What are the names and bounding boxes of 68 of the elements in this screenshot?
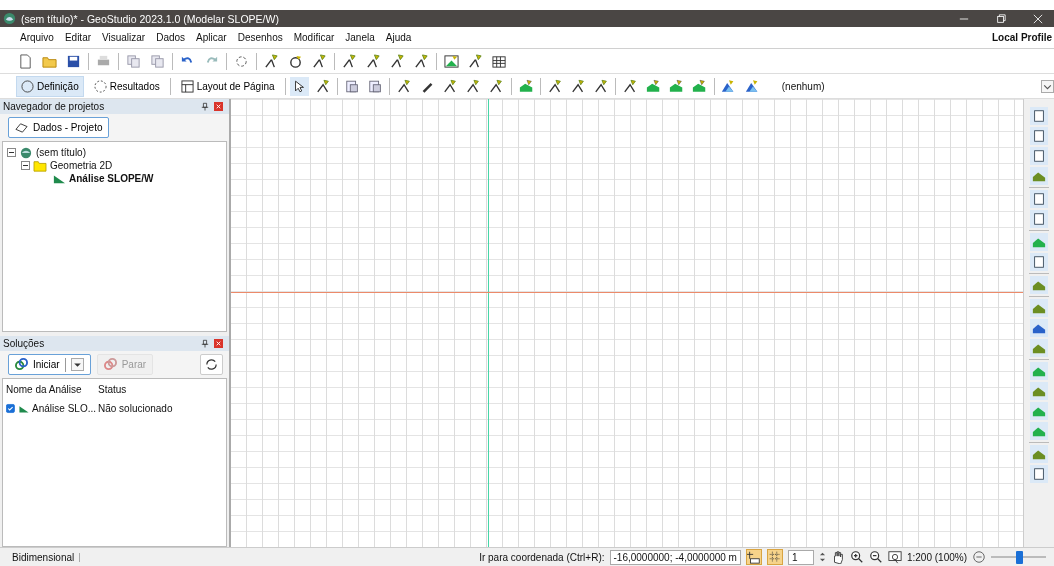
menu-item[interactable]: Aplicar: [196, 32, 227, 43]
menu-item[interactable]: Arquivo: [20, 32, 54, 43]
pin-icon[interactable]: [201, 102, 209, 111]
zoom-in-icon[interactable]: [849, 550, 864, 564]
grid-spacing-field[interactable]: 1: [787, 549, 814, 565]
column-header[interactable]: Nome da Análise: [3, 384, 96, 395]
close-icon[interactable]: [1033, 13, 1043, 24]
pin-icon[interactable]: [201, 339, 209, 348]
refresh-icon: [205, 358, 218, 371]
collapse-toggle-icon[interactable]: [7, 148, 16, 157]
start-button[interactable]: Iniciar: [8, 354, 91, 375]
rings-icon: [15, 358, 28, 371]
refresh-button[interactable]: [200, 354, 223, 375]
goto-label: Ir para coordenada (Ctrl+R):: [479, 551, 605, 563]
tree-item[interactable]: Geometria 2D: [50, 160, 113, 171]
column-header[interactable]: Status: [96, 384, 127, 395]
doc-tool-icon[interactable]: [1030, 127, 1048, 145]
doc-tool-icon[interactable]: [1030, 107, 1048, 125]
panel-title: Navegador de projetos: [3, 101, 105, 112]
rings-icon: [103, 358, 117, 371]
window-title: (sem título)* - GeoStudio 2023.1.0 (Modelar SLOPE/W): [21, 12, 279, 25]
tree-item[interactable]: (sem título): [36, 147, 86, 158]
close-icon[interactable]: [214, 339, 223, 348]
menu-item[interactable]: Ajuda: [385, 32, 412, 43]
folder-icon: [33, 159, 47, 172]
close-icon[interactable]: [214, 102, 223, 111]
menu-item[interactable]: Editar: [64, 32, 92, 43]
coordinate-field[interactable]: -16,0000000; -4,0000000 m: [609, 549, 741, 565]
mode-tab[interactable]: Definição: [16, 75, 84, 97]
snap-grid-icon[interactable]: [745, 549, 762, 565]
zoom-scale: 1:200 (100%): [906, 551, 967, 563]
globe-icon: [19, 146, 33, 159]
view-dropdown[interactable]: (nenhum): [765, 77, 1054, 95]
project-data-button[interactable]: Dados - Projeto: [8, 117, 110, 138]
layers-tool-icon[interactable]: [1030, 319, 1048, 337]
slider-thumb[interactable]: [1015, 550, 1023, 564]
doc-tool-icon[interactable]: [1030, 210, 1048, 228]
doc-tool-icon[interactable]: [1030, 465, 1048, 483]
table-cell: Análise SLO...: [32, 403, 96, 414]
spinner-icon[interactable]: [818, 551, 826, 563]
caret-icon[interactable]: [70, 358, 84, 371]
app-logo-icon: [3, 12, 16, 25]
page-layout-button[interactable]: Layout de Página: [175, 75, 280, 97]
mode-tab[interactable]: Resultados: [88, 75, 165, 97]
tree-item[interactable]: Análise SLOPE/W: [69, 173, 154, 184]
collapse-toggle-icon[interactable]: [21, 161, 30, 170]
menu-item[interactable]: Visualizar: [102, 32, 146, 43]
zoom-fit-icon[interactable]: [887, 550, 902, 564]
doc-tool-icon[interactable]: [1030, 190, 1048, 208]
doc-tool-icon[interactable]: [1030, 253, 1048, 271]
panel-title: Soluções: [3, 338, 45, 349]
page-layout-icon: [180, 79, 194, 93]
circle-icon: [93, 79, 107, 93]
zoom-minus-icon[interactable]: [972, 550, 986, 564]
menu-item[interactable]: Modificar: [293, 32, 335, 43]
status-mode: Bidimensional: [12, 551, 75, 563]
menu-item[interactable]: Dados: [156, 32, 186, 43]
circle-icon: [21, 79, 34, 93]
profile-menu[interactable]: Local Profile: [992, 32, 1054, 43]
doc-tool-icon[interactable]: [1030, 147, 1048, 165]
menu-item[interactable]: Desenhos: [237, 32, 283, 43]
menu-item[interactable]: Janela: [345, 32, 375, 43]
table-cell-text: Não solucionado: [97, 403, 173, 414]
grid-icon[interactable]: [766, 549, 783, 565]
pointer-icon[interactable]: [290, 76, 309, 96]
zoom-out-icon[interactable]: [868, 550, 883, 564]
restore-icon[interactable]: [996, 13, 1006, 24]
checkbox[interactable]: [6, 403, 15, 414]
